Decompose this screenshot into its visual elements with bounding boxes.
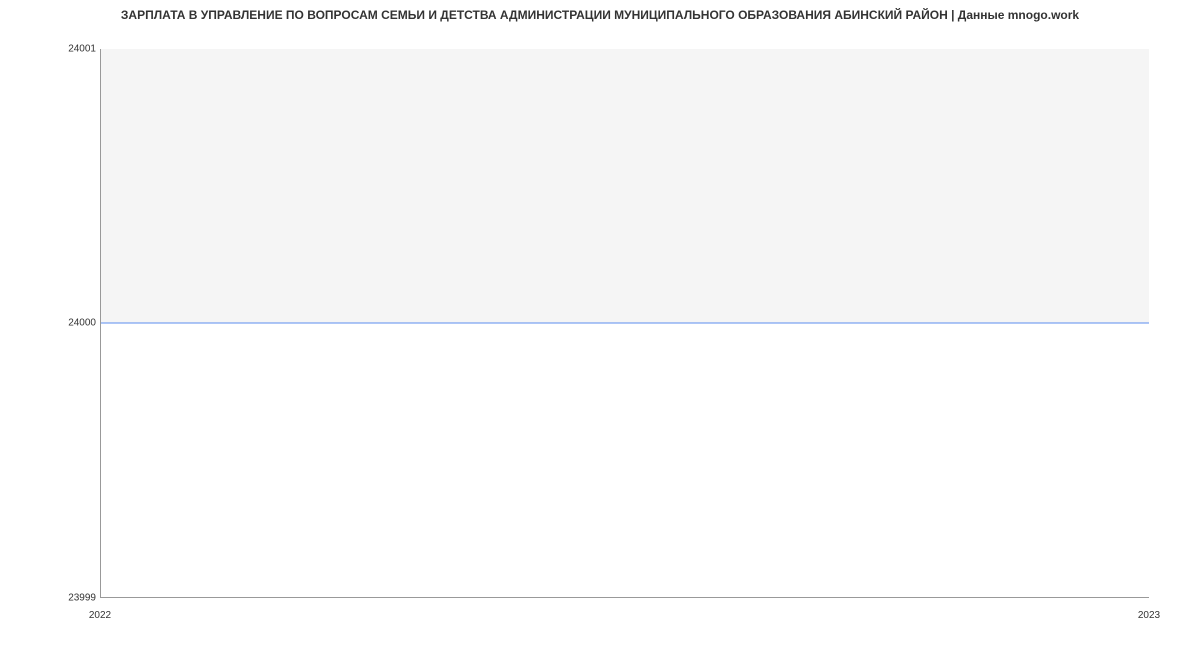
y-axis-tick-24000: 24000 — [68, 318, 96, 329]
plot-area — [100, 49, 1149, 598]
chart-title: ЗАРПЛАТА В УПРАВЛЕНИЕ ПО ВОПРОСАМ СЕМЬИ … — [50, 8, 1150, 22]
chart-container: ЗАРПЛАТА В УПРАВЛЕНИЕ ПО ВОПРОСАМ СЕМЬИ … — [0, 0, 1200, 650]
area-fill — [101, 323, 1149, 597]
y-axis-tick-23999: 23999 — [68, 593, 96, 604]
x-axis-tick-2023: 2023 — [1138, 610, 1160, 621]
data-line — [101, 323, 1149, 324]
x-axis-tick-2022: 2022 — [89, 610, 111, 621]
y-axis-tick-24001: 24001 — [68, 44, 96, 55]
